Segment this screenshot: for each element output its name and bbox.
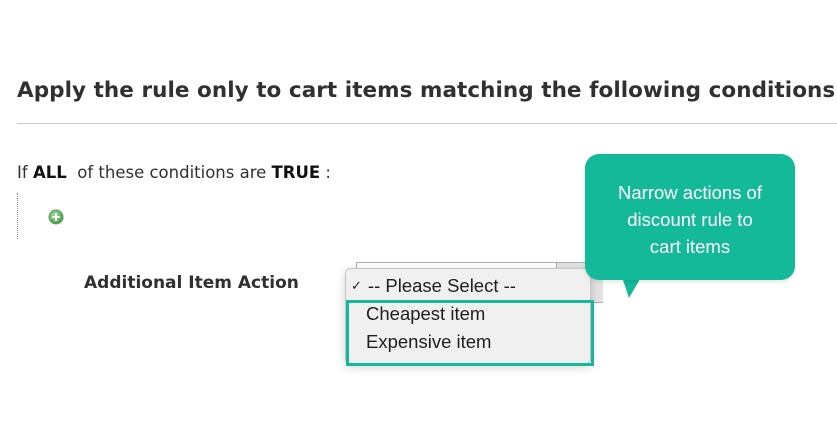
callout-bubble: Narrow actions of discount rule to cart … <box>585 154 795 280</box>
conditions-middle: of these conditions are <box>77 163 267 182</box>
option-label: -- Please Select -- <box>367 275 516 296</box>
aggregator-toggle[interactable]: ALL <box>33 163 67 182</box>
plus-circle-icon[interactable] <box>48 209 64 225</box>
section-title: Apply the rule only to cart items matchi… <box>17 78 836 103</box>
callout-line: cart items <box>649 236 731 257</box>
section-divider <box>17 123 837 124</box>
condition-tree-line <box>17 193 18 239</box>
callout-line: Narrow actions of <box>618 182 762 203</box>
callout-text: Narrow actions of discount rule to cart … <box>585 179 795 260</box>
option-please-select[interactable]: ✓ -- Please Select -- <box>351 275 516 297</box>
conditions-suffix: : <box>320 163 331 182</box>
conditions-prefix: If <box>17 163 28 182</box>
callout-line: discount rule to <box>627 209 753 230</box>
options-highlight-box <box>346 300 594 366</box>
checkmark-icon: ✓ <box>351 278 362 293</box>
value-toggle[interactable]: TRUE <box>272 163 321 182</box>
conditions-statement: If ALL of these conditions are TRUE : <box>17 163 331 182</box>
additional-item-action-label: Additional Item Action <box>84 273 299 293</box>
